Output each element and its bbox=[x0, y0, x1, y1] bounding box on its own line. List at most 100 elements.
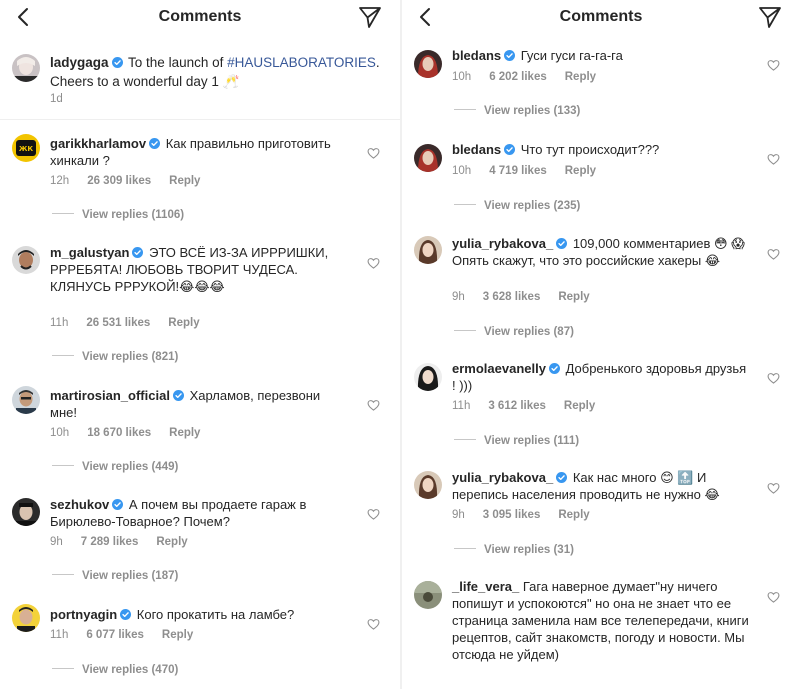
like-heart-icon[interactable] bbox=[367, 399, 380, 412]
likes-count[interactable]: 3 612 likes bbox=[488, 400, 546, 412]
view-replies-label: View replies (1106) bbox=[82, 209, 185, 221]
avatar[interactable] bbox=[414, 581, 442, 609]
view-replies-button[interactable]: View replies (187) bbox=[52, 570, 178, 582]
likes-count[interactable]: 26 309 likes bbox=[87, 175, 151, 187]
timestamp: 10h bbox=[452, 71, 472, 83]
timestamp: 10h bbox=[50, 427, 70, 439]
view-replies-label: View replies (111) bbox=[484, 435, 580, 447]
reply-button[interactable]: Reply bbox=[169, 427, 200, 439]
view-replies-button[interactable]: View replies (1106) bbox=[52, 209, 184, 221]
header: Comments bbox=[402, 0, 800, 36]
like-heart-icon[interactable] bbox=[367, 257, 380, 270]
username[interactable]: bledans bbox=[452, 142, 501, 157]
like-heart-icon[interactable] bbox=[767, 591, 780, 604]
view-replies-label: View replies (87) bbox=[484, 326, 574, 338]
username[interactable]: yulia_rybakova_ bbox=[452, 236, 553, 251]
like-heart-icon[interactable] bbox=[367, 508, 380, 521]
reply-button[interactable]: Reply bbox=[558, 509, 589, 521]
timestamp: 11h bbox=[50, 317, 69, 329]
like-heart-icon[interactable] bbox=[767, 372, 780, 385]
username[interactable]: ermolaevanelly bbox=[452, 361, 546, 376]
timestamp: 1d bbox=[50, 93, 63, 105]
avatar[interactable] bbox=[12, 54, 40, 82]
username[interactable]: martirosian_official bbox=[50, 388, 170, 403]
like-heart-icon[interactable] bbox=[767, 482, 780, 495]
reply-button[interactable]: Reply bbox=[168, 317, 199, 329]
avatar[interactable] bbox=[414, 236, 442, 264]
likes-count[interactable]: 6 202 likes bbox=[489, 71, 547, 83]
like-heart-icon[interactable] bbox=[767, 248, 780, 261]
avatar[interactable] bbox=[12, 604, 40, 632]
username[interactable]: sezhukov bbox=[50, 497, 109, 512]
reply-button[interactable]: Reply bbox=[565, 71, 596, 83]
comment-meta: 9h 3 095 likes Reply bbox=[452, 509, 608, 521]
like-heart-icon[interactable] bbox=[767, 153, 780, 166]
view-replies-label: View replies (470) bbox=[82, 664, 179, 676]
likes-count[interactable]: 4 719 likes bbox=[489, 165, 547, 177]
verified-badge-icon bbox=[173, 390, 184, 401]
like-heart-icon[interactable] bbox=[367, 147, 380, 160]
comment-meta: 11h 3 612 likes Reply bbox=[452, 400, 613, 412]
avatar[interactable] bbox=[12, 386, 40, 414]
like-heart-icon[interactable] bbox=[767, 59, 780, 72]
comment-meta: 10h 18 670 likes Reply bbox=[50, 427, 218, 439]
reply-button[interactable]: Reply bbox=[156, 536, 187, 548]
username[interactable]: portnyagin bbox=[50, 607, 117, 622]
comment-text: Что тут происходит??? bbox=[520, 142, 660, 157]
header: Comments bbox=[0, 0, 400, 36]
likes-count[interactable]: 7 289 likes bbox=[81, 536, 139, 548]
avatar[interactable]: ЖК bbox=[12, 134, 40, 162]
svg-text:ЖК: ЖК bbox=[19, 145, 34, 153]
comments-screen-left: Comments ladygaga To the launch of #HAUS… bbox=[0, 0, 400, 689]
like-heart-icon[interactable] bbox=[367, 618, 380, 631]
replies-line bbox=[454, 204, 476, 205]
comment-meta: 10h 4 719 likes Reply bbox=[452, 165, 614, 177]
verified-badge-icon bbox=[112, 499, 123, 510]
replies-line bbox=[52, 574, 74, 575]
avatar[interactable] bbox=[414, 50, 442, 78]
likes-count[interactable]: 26 531 likes bbox=[86, 317, 150, 329]
avatar[interactable] bbox=[414, 144, 442, 172]
direct-send-icon[interactable] bbox=[358, 5, 382, 29]
avatar[interactable] bbox=[12, 498, 40, 526]
username[interactable]: ladygaga bbox=[50, 55, 109, 70]
username[interactable]: yulia_rybakova_ bbox=[452, 470, 553, 485]
avatar[interactable] bbox=[414, 363, 442, 391]
view-replies-button[interactable]: View replies (111) bbox=[454, 435, 579, 447]
avatar[interactable] bbox=[414, 471, 442, 499]
hashtag-link[interactable]: #HAUSLABORATORIES bbox=[227, 55, 376, 70]
likes-count[interactable]: 6 077 likes bbox=[86, 629, 144, 641]
timestamp: 12h bbox=[50, 175, 70, 187]
likes-count[interactable]: 18 670 likes bbox=[87, 427, 151, 439]
comment-meta: 11h 26 531 likes Reply bbox=[50, 317, 218, 329]
comment-meta: 9h 3 628 likes Reply bbox=[452, 291, 608, 303]
username[interactable]: garikkharlamov bbox=[50, 136, 146, 151]
view-replies-button[interactable]: View replies (821) bbox=[52, 351, 178, 363]
likes-count[interactable]: 3 628 likes bbox=[483, 291, 541, 303]
avatar[interactable] bbox=[12, 246, 40, 274]
view-replies-button[interactable]: View replies (470) bbox=[52, 664, 178, 676]
direct-send-icon[interactable] bbox=[758, 5, 782, 29]
view-replies-button[interactable]: View replies (87) bbox=[454, 326, 574, 338]
username[interactable]: bledans bbox=[452, 48, 501, 63]
view-replies-button[interactable]: View replies (449) bbox=[52, 461, 178, 473]
view-replies-label: View replies (187) bbox=[82, 570, 179, 582]
comment-meta: 10h 6 202 likes Reply bbox=[452, 71, 614, 83]
comment-meta: 9h 7 289 likes Reply bbox=[50, 536, 206, 548]
view-replies-button[interactable]: View replies (31) bbox=[454, 544, 574, 556]
separator bbox=[0, 119, 400, 120]
username[interactable]: m_galustyan bbox=[50, 245, 129, 260]
verified-badge-icon bbox=[504, 50, 515, 61]
timestamp: 11h bbox=[452, 400, 471, 412]
reply-button[interactable]: Reply bbox=[564, 400, 595, 412]
reply-button[interactable]: Reply bbox=[558, 291, 589, 303]
view-replies-button[interactable]: View replies (133) bbox=[454, 105, 580, 117]
username[interactable]: _life_vera_ bbox=[452, 579, 519, 594]
replies-line bbox=[454, 330, 476, 331]
comment-meta: 12h 26 309 likes Reply bbox=[50, 175, 218, 187]
view-replies-button[interactable]: View replies (235) bbox=[454, 200, 580, 212]
reply-button[interactable]: Reply bbox=[162, 629, 193, 641]
reply-button[interactable]: Reply bbox=[565, 165, 596, 177]
reply-button[interactable]: Reply bbox=[169, 175, 200, 187]
likes-count[interactable]: 3 095 likes bbox=[483, 509, 541, 521]
